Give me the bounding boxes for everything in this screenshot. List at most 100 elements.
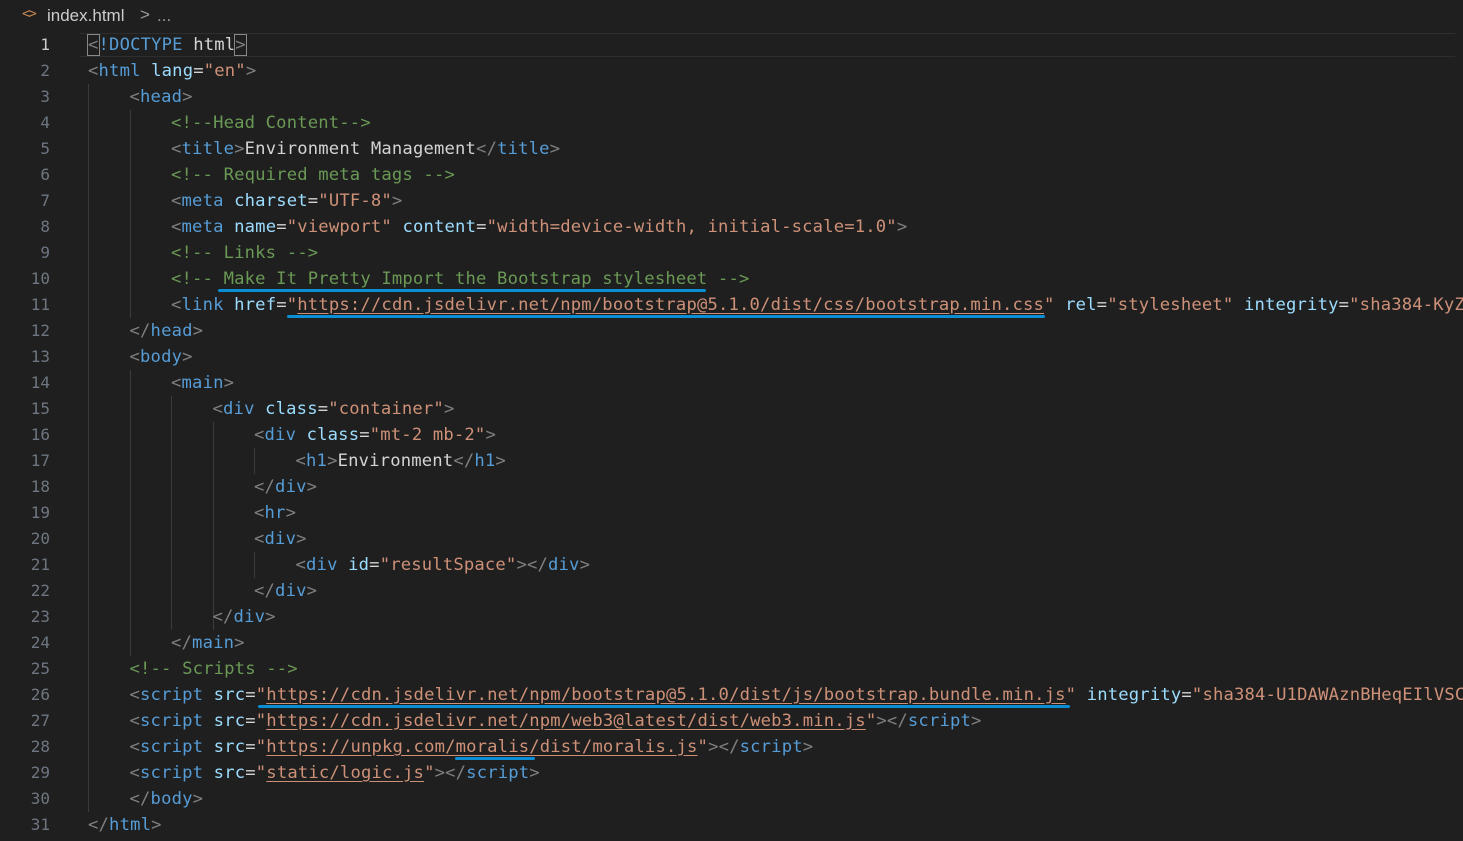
code-line[interactable]: 2 <html lang="en">	[0, 58, 1463, 84]
code-line[interactable]: 15 <div class="container">	[0, 396, 1463, 422]
code-line[interactable]: 14 <main>	[0, 370, 1463, 396]
code-token: <	[212, 399, 224, 419]
code-line[interactable]: 9 <!-- Links -->	[0, 240, 1463, 266]
code-token: >	[265, 607, 276, 627]
code-token: div	[264, 529, 297, 549]
code-content: </html>	[88, 812, 162, 838]
code-token: >	[192, 321, 204, 341]
line-number: 29	[30, 763, 50, 782]
code-token: <	[87, 34, 100, 56]
code-token: <!-- Links -->	[171, 243, 319, 263]
code-token: html	[193, 35, 236, 55]
line-number: 11	[30, 295, 50, 314]
code-link[interactable]: https://cdn.jsdelivr.net/npm/bootstrap@5…	[297, 295, 1044, 315]
code-content: </head>	[130, 318, 204, 344]
code-token: Environment Management	[244, 139, 477, 159]
code-token: >	[245, 61, 257, 81]
line-number: 2	[40, 61, 50, 80]
code-token: div	[223, 399, 255, 419]
code-line[interactable]: 8 <meta name="viewport" content="width=de…	[0, 214, 1463, 240]
code-token: </	[88, 815, 110, 835]
code-line[interactable]: 22 </div>	[0, 578, 1463, 604]
code-link[interactable]: static/logic.js	[266, 763, 424, 783]
code-token: rel	[1065, 295, 1097, 315]
code-token: script	[140, 685, 204, 705]
code-token: <	[171, 295, 182, 315]
code-token: =	[1181, 685, 1192, 705]
code-line[interactable]: 5 <title>Environment Management</title>	[0, 136, 1463, 162]
code-line[interactable]: 24 </main>	[0, 630, 1463, 656]
code-line[interactable]: 17 <h1>Environment</h1>	[0, 448, 1463, 474]
code-token: "	[1044, 295, 1055, 315]
code-line[interactable]: 7 <meta charset="UTF-8">	[0, 188, 1463, 214]
annotation-underline	[218, 289, 706, 292]
line-number: 17	[30, 451, 50, 470]
code-editor[interactable]: 1 <!DOCTYPE html> 2 <html lang="en"> 3 <head>…	[0, 32, 1463, 841]
code-token: =	[1338, 295, 1350, 315]
code-line[interactable]: 19 <hr>	[0, 500, 1463, 526]
code-line[interactable]: 20 <div>	[0, 526, 1463, 552]
code-line[interactable]: 21 <div id="resultSpace"></div>	[0, 552, 1463, 578]
line-number: 18	[30, 477, 50, 496]
code-token: integrity	[1243, 295, 1339, 315]
code-content: <!--Head Content-->	[171, 110, 371, 136]
line-number: 15	[30, 399, 50, 418]
code-token: >	[971, 711, 982, 731]
code-line[interactable]: 4 <!--Head Content-->	[0, 110, 1463, 136]
code-token: <	[171, 191, 182, 211]
code-token: "sha384-U1DAWAznBHeqEIlVSCgzq+c9gqGAJn5c…	[1191, 685, 1463, 705]
code-line[interactable]: 13 <body>	[0, 344, 1463, 370]
code-token: title	[181, 139, 235, 159]
line-number: 20	[30, 529, 50, 548]
code-line[interactable]: 25 <!-- Scripts -->	[0, 656, 1463, 682]
code-content: <meta charset="UTF-8">	[171, 188, 402, 214]
code-line[interactable]: 6 <!-- Required meta tags -->	[0, 162, 1463, 188]
code-token: <	[129, 87, 141, 107]
code-line[interactable]: 16 <div class="mt-2 mb-2">	[0, 422, 1463, 448]
code-line[interactable]: 3 <head>	[0, 84, 1463, 110]
code-token: "width=device-width, initial-scale=1.0"	[486, 217, 897, 237]
breadcrumb-more[interactable]: ...	[157, 6, 171, 26]
code-token: h1	[474, 451, 496, 471]
line-number: 3	[40, 87, 50, 106]
line-number: 28	[30, 737, 50, 756]
annotation-underline	[455, 757, 535, 760]
line-number: 14	[30, 373, 50, 392]
line-number: 16	[30, 425, 50, 444]
breadcrumb-file[interactable]: index.html	[47, 6, 124, 26]
code-link[interactable]: https://unpkg.com/moralis/dist/moralis.j…	[266, 737, 697, 757]
code-token: main	[192, 633, 235, 653]
breadcrumb: <> index.html > ...	[0, 0, 1463, 34]
code-content: <script src="https://cdn.jsdelivr.net/np…	[130, 708, 982, 734]
code-line[interactable]: 31 </html>	[0, 812, 1463, 838]
code-line[interactable]: 28 <script src="https://unpkg.com/moralis…	[0, 734, 1463, 760]
code-token: >	[234, 139, 245, 159]
code-link[interactable]: https://cdn.jsdelivr.net/npm/web3@latest…	[266, 711, 866, 731]
code-token: src	[213, 685, 246, 705]
code-token: class	[306, 425, 360, 445]
code-token: >	[485, 425, 496, 445]
code-line[interactable]: 12 </head>	[0, 318, 1463, 344]
code-token: hr	[264, 503, 286, 523]
code-token: <	[295, 555, 307, 575]
code-line[interactable]: 23 </div>	[0, 604, 1463, 630]
line-number: 8	[40, 217, 50, 236]
code-line[interactable]: 27 <script src="https://cdn.jsdelivr.net/…	[0, 708, 1463, 734]
code-token: =	[317, 399, 329, 419]
code-token: ></	[708, 737, 740, 757]
line-number: 26	[30, 685, 50, 704]
code-token: =	[276, 295, 287, 315]
code-line[interactable]: 1 <!DOCTYPE html>	[0, 32, 1463, 58]
code-token: "	[865, 711, 877, 731]
code-line[interactable]: 30 </body>	[0, 786, 1463, 812]
code-content: <main>	[171, 370, 234, 396]
code-line[interactable]: 18 </div>	[0, 474, 1463, 500]
code-line[interactable]: 29 <script src="static/logic.js"></script…	[0, 760, 1463, 786]
code-link[interactable]: https://cdn.jsdelivr.net/npm/bootstrap@5…	[266, 685, 1065, 705]
code-content: <div class="container">	[213, 396, 455, 422]
